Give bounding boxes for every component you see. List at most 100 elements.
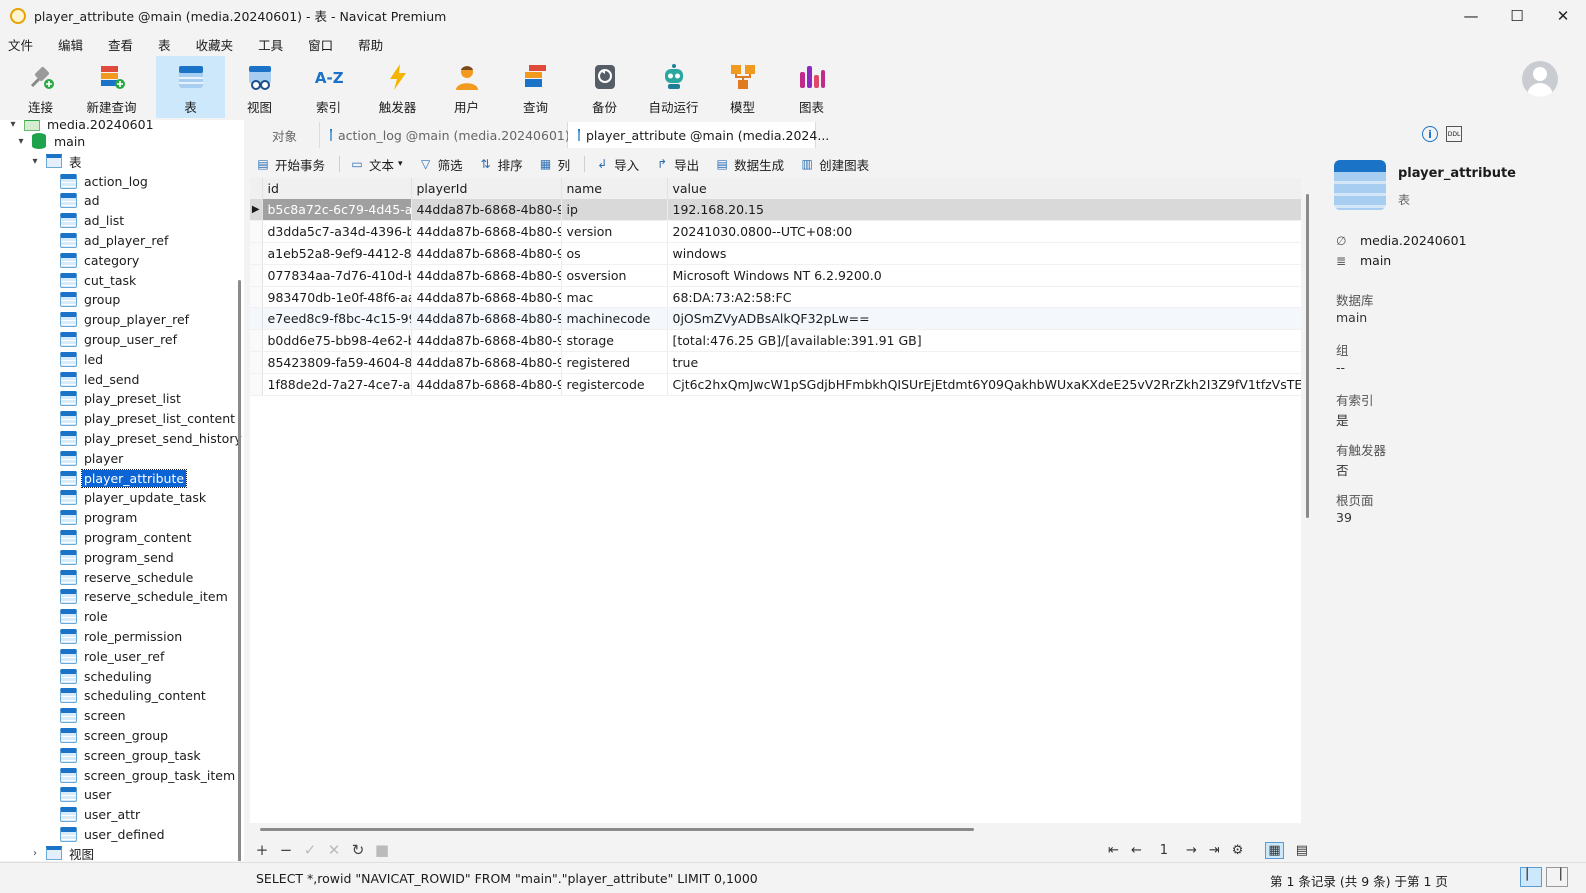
- maximize-button[interactable]: ☐: [1494, 0, 1540, 31]
- column-header-playerid[interactable]: playerId: [411, 178, 562, 199]
- tree-item-role-permission[interactable]: role_permission: [60, 626, 184, 646]
- tree-item-player[interactable]: player: [60, 448, 125, 468]
- filter-button[interactable]: ▽ 筛选: [413, 155, 463, 174]
- chevron-right-icon[interactable]: ›: [28, 848, 42, 859]
- cell-value[interactable]: Cjt6c2hxQmJwcW1pSGdjbHFmbkhQISUrEjEtdmt6…: [667, 373, 1301, 396]
- tables-button[interactable]: 表: [156, 56, 225, 118]
- row-marker[interactable]: [250, 264, 263, 287]
- new-query-button[interactable]: 新建查询: [77, 56, 146, 118]
- cell-value[interactable]: Microsoft Windows NT 6.2.9200.0: [667, 264, 1301, 287]
- tree-item-role[interactable]: role: [60, 607, 110, 627]
- discard-changes-button[interactable]: ✕: [322, 841, 346, 859]
- table-row[interactable]: 077834aa-7d76-410d-b(44dda87b-6868-4b80-…: [250, 264, 1301, 287]
- cell-value[interactable]: 20241030.0800--UTC+08:00: [667, 220, 1301, 244]
- cell-id[interactable]: 1f88de2d-7a27-4ce7-a4: [262, 373, 412, 396]
- info-icon[interactable]: i: [1422, 126, 1438, 142]
- tree-item-reserve-schedule[interactable]: reserve_schedule: [60, 567, 195, 587]
- tree-item-player-update-task[interactable]: player_update_task: [60, 488, 208, 508]
- text-button[interactable]: ▭ 文本 ▾: [344, 155, 402, 174]
- automation-button[interactable]: 自动运行: [639, 56, 708, 118]
- menu-window[interactable]: 窗口: [308, 35, 333, 54]
- left-panel-toggle-icon[interactable]: ▏: [1520, 867, 1542, 887]
- settings-gear-icon[interactable]: ⚙: [1232, 843, 1244, 858]
- chevron-down-icon[interactable]: ▾: [14, 136, 28, 147]
- tree-item-cut-task[interactable]: cut_task: [60, 270, 138, 290]
- cell-name[interactable]: mac: [561, 286, 668, 309]
- cell-id[interactable]: a1eb52a8-9ef9-4412-85: [262, 242, 412, 265]
- tree-item-role-user-ref[interactable]: role_user_ref: [60, 646, 166, 666]
- cell-playerid[interactable]: 44dda87b-6868-4b80-9: [411, 351, 562, 374]
- export-button[interactable]: ↱ 导出: [649, 155, 699, 174]
- data-generation-button[interactable]: ▤ 数据生成: [709, 155, 784, 174]
- queries-button[interactable]: 查询: [501, 56, 570, 118]
- minimize-button[interactable]: —: [1448, 0, 1494, 31]
- sort-button[interactable]: ⇅ 排序: [473, 155, 523, 174]
- chevron-down-icon[interactable]: ▾: [6, 120, 20, 130]
- cell-value[interactable]: 192.168.20.15: [667, 199, 1301, 222]
- user-avatar[interactable]: [1522, 61, 1558, 97]
- tree-database[interactable]: ▾ main: [14, 131, 87, 151]
- menu-view[interactable]: 查看: [108, 35, 133, 54]
- tree-scrollbar[interactable]: [238, 280, 241, 861]
- tree-item-led[interactable]: led: [60, 349, 105, 369]
- tree-item-scheduling[interactable]: scheduling: [60, 666, 154, 686]
- cell-value[interactable]: true: [667, 351, 1301, 374]
- row-marker[interactable]: [250, 373, 263, 396]
- cell-name[interactable]: ip: [561, 199, 668, 222]
- menu-tools[interactable]: 工具: [258, 35, 283, 54]
- columns-button[interactable]: ▦ 列: [533, 155, 570, 174]
- tree-item-ad-list[interactable]: ad_list: [60, 211, 126, 231]
- cell-name[interactable]: osversion: [561, 264, 668, 287]
- apply-changes-button[interactable]: ✓: [298, 841, 322, 859]
- cell-value[interactable]: 0jOSmZVyADBsAlkQF32pLw==: [667, 307, 1301, 331]
- ddl-icon[interactable]: DDL: [1446, 126, 1462, 142]
- cell-value[interactable]: [total:476.25 GB]/[available:391.91 GB]: [667, 329, 1301, 353]
- column-header-id[interactable]: id: [262, 178, 412, 199]
- tree-item-play-preset-send-history[interactable]: play_preset_send_history: [60, 428, 244, 448]
- chevron-down-icon[interactable]: ▾: [28, 156, 42, 167]
- cell-id[interactable]: 85423809-fa59-4604-89: [262, 351, 412, 374]
- tree-item-ad[interactable]: ad: [60, 191, 102, 211]
- triggers-button[interactable]: 触发器: [363, 56, 432, 118]
- tree-item-reserve-schedule-item[interactable]: reserve_schedule_item: [60, 587, 230, 607]
- cell-name[interactable]: storage: [561, 329, 668, 353]
- tree-item-group-user-ref[interactable]: group_user_ref: [60, 329, 179, 349]
- add-record-button[interactable]: +: [250, 841, 274, 859]
- tree-item-user-defined[interactable]: user_defined: [60, 824, 167, 844]
- row-marker[interactable]: [250, 220, 263, 244]
- menu-table[interactable]: 表: [158, 35, 171, 54]
- row-marker[interactable]: [250, 286, 263, 309]
- table-row[interactable]: 1f88de2d-7a27-4ce7-a4 44dda87b-6868-4b80-…: [250, 373, 1301, 396]
- cell-playerid[interactable]: 44dda87b-6868-4b80-9: [411, 264, 562, 287]
- row-marker[interactable]: [250, 329, 263, 353]
- tree-item-scheduling-content[interactable]: scheduling_content: [60, 686, 208, 706]
- delete-record-button[interactable]: −: [274, 841, 298, 859]
- tree-item-user[interactable]: user: [60, 785, 113, 805]
- table-row[interactable]: d3dda5c7-a34d-4396-b 44dda87b-6868-4b80-9…: [250, 220, 1301, 244]
- charts-button[interactable]: 图表: [777, 56, 846, 118]
- tab-objects[interactable]: 对象: [250, 122, 320, 148]
- tree-item-user-attr[interactable]: user_attr: [60, 805, 142, 825]
- tree-item-action-log[interactable]: action_log: [60, 171, 150, 191]
- tree-views-folder[interactable]: › 视图: [28, 843, 96, 861]
- table-row[interactable]: 85423809-fa59-4604-89 44dda87b-6868-4b80-…: [250, 351, 1301, 374]
- tree-item-screen-group-task[interactable]: screen_group_task: [60, 745, 203, 765]
- form-view-icon[interactable]: ▤: [1296, 843, 1308, 858]
- tab-action-log[interactable]: action_log @main (media.20240601)...: [320, 122, 582, 148]
- tree-item-group-player-ref[interactable]: group_player_ref: [60, 310, 191, 330]
- cell-name[interactable]: registercode: [561, 373, 668, 396]
- cell-playerid[interactable]: 44dda87b-6868-4b80-9: [411, 373, 562, 396]
- tree-item-led-send[interactable]: led_send: [60, 369, 141, 389]
- table-row[interactable]: b0dd6e75-bb98-4e62-b 44dda87b-6868-4b80-9…: [250, 329, 1301, 353]
- next-page-icon[interactable]: →: [1186, 843, 1197, 858]
- cell-playerid[interactable]: 44dda87b-6868-4b80-9: [411, 329, 562, 353]
- import-button[interactable]: ↲ 导入: [589, 155, 639, 174]
- column-header-name[interactable]: name: [561, 178, 668, 199]
- refresh-button[interactable]: ↻: [346, 841, 370, 859]
- cell-id[interactable]: 077834aa-7d76-410d-b(: [262, 264, 412, 287]
- right-panel-toggle-icon[interactable]: ▕: [1546, 867, 1568, 887]
- backup-button[interactable]: 备份: [570, 56, 639, 118]
- close-button[interactable]: ✕: [1540, 0, 1586, 31]
- cell-value[interactable]: windows: [667, 242, 1301, 265]
- tree-item-screen[interactable]: screen: [60, 706, 128, 726]
